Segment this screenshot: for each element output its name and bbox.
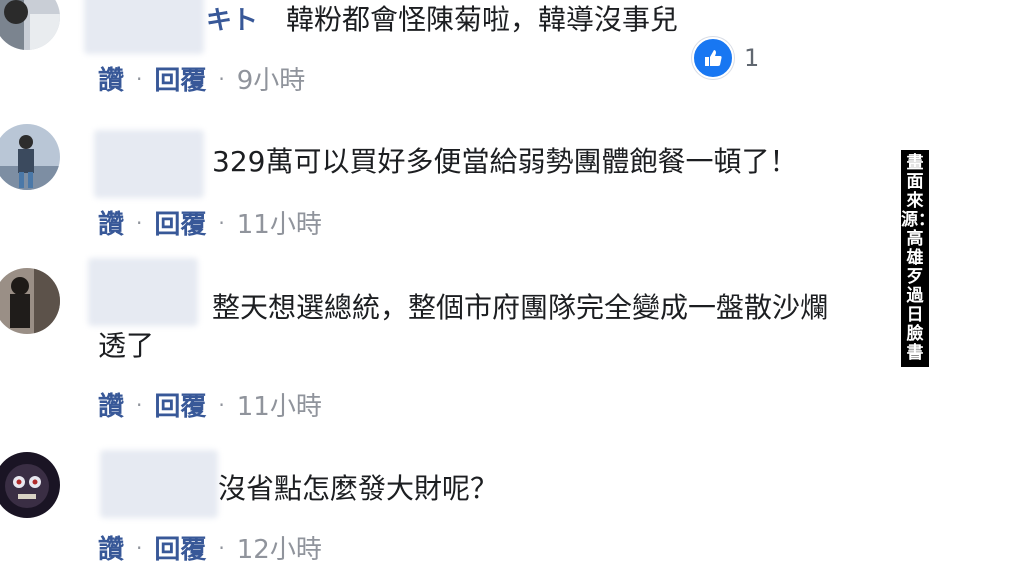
reply-button[interactable]: 回覆 [154,204,206,241]
timestamp[interactable]: 9小時 [237,60,306,97]
commenter-name-blurred[interactable] [84,0,204,54]
comment-actions: 讚 · 回覆 · 9小時 [98,60,305,97]
avatar[interactable] [0,124,60,190]
comment-text: 329萬可以買好多便當給弱勢團體飽餐一頓了！ [212,145,798,178]
avatar[interactable] [0,0,60,50]
like-button[interactable]: 讚 [98,529,124,566]
commenter-name-blurred[interactable] [94,130,204,198]
reply-button[interactable]: 回覆 [154,529,206,566]
like-button[interactable]: 讚 [98,386,124,423]
commenter-name-blurred[interactable] [100,450,218,518]
like-button[interactable]: 讚 [98,204,124,241]
comment-text-line-2: 透了 [98,329,155,362]
source-watermark: 畫面來源：高雄歹過日臉書 [901,150,935,367]
comment-text: 沒省點怎麼發大財呢？ [218,472,499,505]
separator-dot: · [136,210,143,235]
avatar[interactable] [0,452,60,518]
timestamp[interactable]: 11小時 [237,204,322,241]
separator-dot: · [218,66,225,91]
reaction-count: 1 [744,44,760,72]
separator-dot: · [218,535,225,560]
reply-button[interactable]: 回覆 [154,60,206,97]
comment-text-line-1: 整天想選總統，整個市府團隊完全變成一盤散沙爛 [212,291,829,324]
avatar[interactable] [0,268,60,334]
separator-dot: · [136,66,143,91]
timestamp[interactable]: 12小時 [237,529,322,566]
commenter-name[interactable]: キト [206,0,258,37]
separator-dot: · [136,392,143,417]
separator-dot: · [136,535,143,560]
timestamp[interactable]: 11小時 [237,386,322,423]
reaction-badge[interactable]: 1 [692,37,759,79]
comment-actions: 讚 · 回覆 · 11小時 [98,204,322,241]
comment-actions: 讚 · 回覆 · 11小時 [98,386,322,423]
separator-dot: · [218,392,225,417]
comment-actions: 讚 · 回覆 · 12小時 [98,529,322,566]
like-button[interactable]: 讚 [98,60,124,97]
reply-button[interactable]: 回覆 [154,386,206,423]
separator-dot: · [218,210,225,235]
thumbs-up-icon [692,37,734,79]
commenter-name-blurred[interactable] [88,258,198,326]
comment-text: 韓粉都會怪陳菊啦，韓導沒事兒 [286,3,679,36]
